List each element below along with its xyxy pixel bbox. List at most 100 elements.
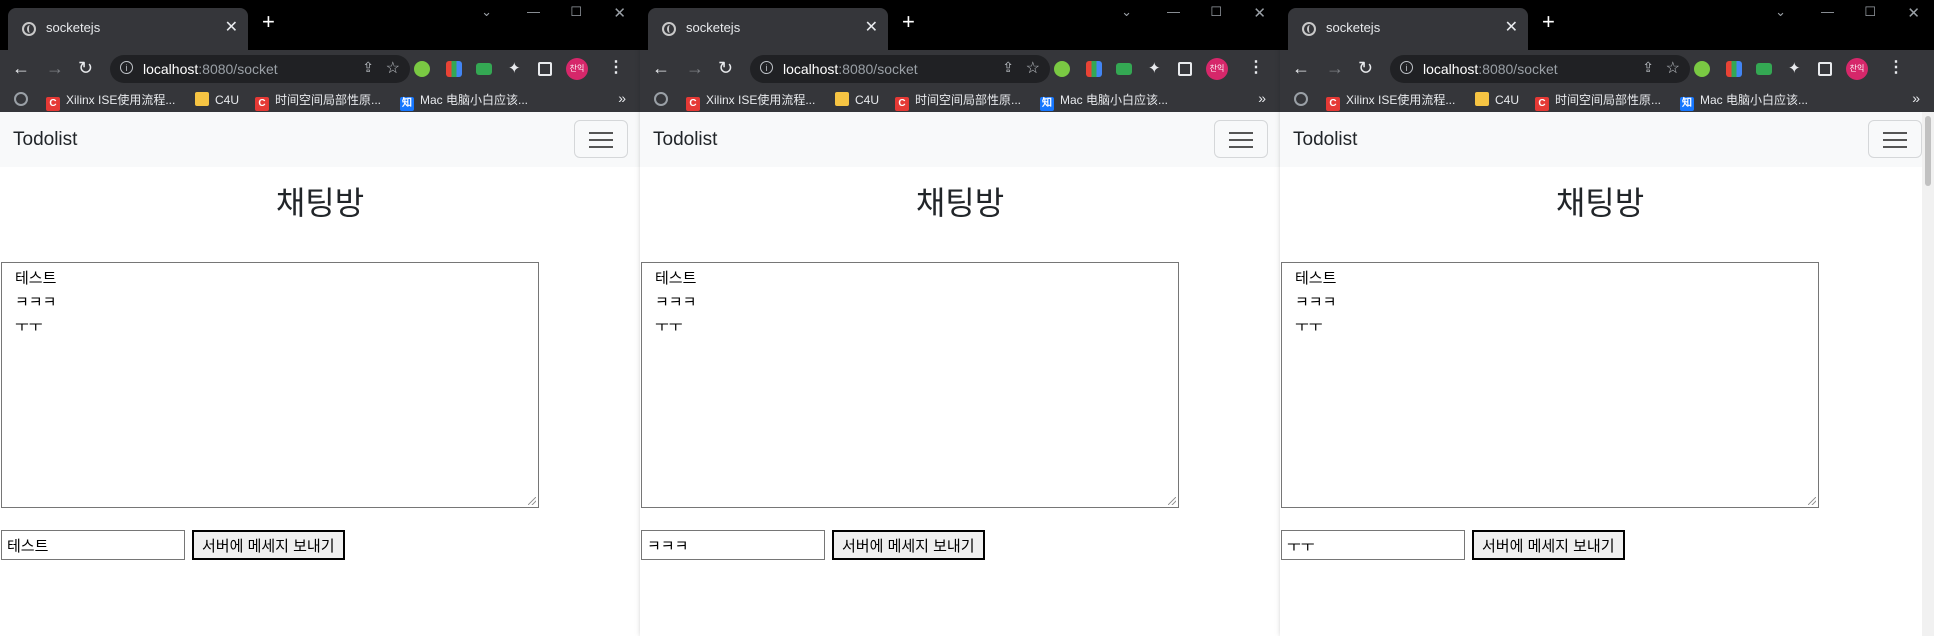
arrow-left-icon[interactable]: ←: [652, 58, 670, 79]
reload-icon[interactable]: ↻: [718, 58, 733, 79]
address-bar[interactable]: i localhost:8080/socket ⇪ ☆: [1390, 55, 1690, 83]
bookmark-item[interactable]: C 时间空间局部性原...: [255, 91, 381, 111]
info-icon[interactable]: i: [1400, 61, 1413, 74]
bookmark-item[interactable]: C Xilinx ISE使用流程...: [46, 91, 175, 111]
close-icon[interactable]: ✕: [1505, 17, 1518, 37]
bookmark-item[interactable]: C Xilinx ISE使用流程...: [1326, 91, 1455, 111]
extension-card-icon[interactable]: [1756, 63, 1772, 75]
minimize-icon[interactable]: —: [527, 4, 540, 19]
chevron-double-right-icon[interactable]: »: [1258, 90, 1266, 106]
plus-icon[interactable]: +: [262, 9, 275, 35]
globe-icon[interactable]: [14, 92, 28, 106]
extension-green-icon[interactable]: [1054, 61, 1070, 77]
resize-grip-icon[interactable]: [1808, 497, 1816, 505]
puzzle-icon[interactable]: ✦: [1788, 59, 1804, 77]
chevron-double-right-icon[interactable]: »: [1912, 90, 1920, 106]
navbar-brand[interactable]: Todolist: [653, 129, 717, 151]
address-bar[interactable]: i localhost:8080/socket ⇪ ☆: [110, 55, 410, 83]
arrow-right-icon[interactable]: →: [1326, 58, 1344, 79]
maximize-icon[interactable]: ☐: [1864, 4, 1876, 20]
avatar[interactable]: 찬익: [1206, 58, 1228, 80]
info-icon[interactable]: i: [760, 61, 773, 74]
chevron-double-right-icon[interactable]: »: [618, 90, 626, 106]
share-icon[interactable]: ⇪: [362, 59, 374, 76]
minimize-icon[interactable]: —: [1821, 4, 1834, 19]
bookmark-item[interactable]: C4U: [195, 91, 239, 109]
info-icon[interactable]: i: [120, 61, 133, 74]
plus-icon[interactable]: +: [902, 9, 915, 35]
chat-textarea[interactable]: 테스트 ㅋㅋㅋ ㅜㅜ: [641, 262, 1179, 508]
bookmark-item[interactable]: 知 Mac 电脑小白应该...: [1040, 91, 1168, 111]
arrow-right-icon[interactable]: →: [686, 58, 704, 79]
send-message-button[interactable]: 서버에 메세지 보내기: [192, 530, 345, 560]
bookmark-item[interactable]: C4U: [1475, 91, 1519, 109]
navbar-toggler-button[interactable]: [1868, 120, 1922, 158]
browser-tab[interactable]: socketejs ✕: [8, 8, 248, 50]
side-panel-icon[interactable]: [538, 62, 552, 76]
side-panel-icon[interactable]: [1818, 62, 1832, 76]
extension-card-icon[interactable]: [476, 63, 492, 75]
star-icon[interactable]: ☆: [1026, 58, 1040, 78]
message-input[interactable]: ㅜㅜ: [1281, 530, 1465, 560]
avatar[interactable]: 찬익: [1846, 58, 1868, 80]
bookmark-item[interactable]: C 时间空间局部性原...: [895, 91, 1021, 111]
browser-tab[interactable]: socketejs ✕: [648, 8, 888, 50]
avatar[interactable]: 찬익: [566, 58, 588, 80]
chevron-down-icon[interactable]: ⌄: [1121, 4, 1132, 20]
minimize-icon[interactable]: —: [1167, 4, 1180, 19]
browser-tab[interactable]: socketejs ✕: [1288, 8, 1528, 50]
close-icon[interactable]: ✕: [865, 17, 878, 37]
kebab-menu-icon[interactable]: ⋮: [1888, 57, 1904, 77]
send-message-button[interactable]: 서버에 메세지 보내기: [832, 530, 985, 560]
kebab-menu-icon[interactable]: ⋮: [1248, 57, 1264, 77]
bookmark-item[interactable]: 知 Mac 电脑小白应该...: [400, 91, 528, 111]
window-close-icon[interactable]: ✕: [613, 4, 626, 22]
arrow-left-icon[interactable]: ←: [12, 58, 30, 79]
arrow-right-icon[interactable]: →: [46, 58, 64, 79]
maximize-icon[interactable]: ☐: [1210, 4, 1222, 20]
chevron-down-icon[interactable]: ⌄: [481, 4, 492, 20]
extension-color-icon[interactable]: [446, 61, 462, 77]
globe-icon[interactable]: [654, 92, 668, 106]
puzzle-icon[interactable]: ✦: [508, 59, 524, 77]
extension-green-icon[interactable]: [414, 61, 430, 77]
close-icon[interactable]: ✕: [225, 17, 238, 37]
window-close-icon[interactable]: ✕: [1253, 4, 1266, 22]
send-message-button[interactable]: 서버에 메세지 보내기: [1472, 530, 1625, 560]
bookmark-item[interactable]: C4U: [835, 91, 879, 109]
maximize-icon[interactable]: ☐: [570, 4, 582, 20]
resize-grip-icon[interactable]: [1168, 497, 1176, 505]
chevron-down-icon[interactable]: ⌄: [1775, 4, 1786, 20]
window-close-icon[interactable]: ✕: [1907, 4, 1920, 22]
star-icon[interactable]: ☆: [386, 58, 400, 78]
extension-green-icon[interactable]: [1694, 61, 1710, 77]
side-panel-icon[interactable]: [1178, 62, 1192, 76]
chat-textarea[interactable]: 테스트 ㅋㅋㅋ ㅜㅜ: [1281, 262, 1819, 508]
message-input[interactable]: 테스트: [1, 530, 185, 560]
share-icon[interactable]: ⇪: [1002, 59, 1014, 76]
extension-color-icon[interactable]: [1086, 61, 1102, 77]
reload-icon[interactable]: ↻: [1358, 58, 1373, 79]
bookmark-item[interactable]: C 时间空间局部性原...: [1535, 91, 1661, 111]
arrow-left-icon[interactable]: ←: [1292, 58, 1310, 79]
puzzle-icon[interactable]: ✦: [1148, 59, 1164, 77]
extension-card-icon[interactable]: [1116, 63, 1132, 75]
scrollbar[interactable]: [1922, 112, 1934, 636]
navbar-brand[interactable]: Todolist: [1293, 129, 1357, 151]
navbar-brand[interactable]: Todolist: [13, 129, 77, 151]
globe-icon[interactable]: [1294, 92, 1308, 106]
kebab-menu-icon[interactable]: ⋮: [608, 57, 624, 77]
scrollbar-thumb[interactable]: [1925, 116, 1931, 186]
star-icon[interactable]: ☆: [1666, 58, 1680, 78]
chat-textarea[interactable]: 테스트 ㅋㅋㅋ ㅜㅜ: [1, 262, 539, 508]
message-input[interactable]: ㅋㅋㅋ: [641, 530, 825, 560]
extension-color-icon[interactable]: [1726, 61, 1742, 77]
address-bar[interactable]: i localhost:8080/socket ⇪ ☆: [750, 55, 1050, 83]
resize-grip-icon[interactable]: [528, 497, 536, 505]
navbar-toggler-button[interactable]: [574, 120, 628, 158]
share-icon[interactable]: ⇪: [1642, 59, 1654, 76]
bookmark-item[interactable]: C Xilinx ISE使用流程...: [686, 91, 815, 111]
plus-icon[interactable]: +: [1542, 9, 1555, 35]
navbar-toggler-button[interactable]: [1214, 120, 1268, 158]
reload-icon[interactable]: ↻: [78, 58, 93, 79]
